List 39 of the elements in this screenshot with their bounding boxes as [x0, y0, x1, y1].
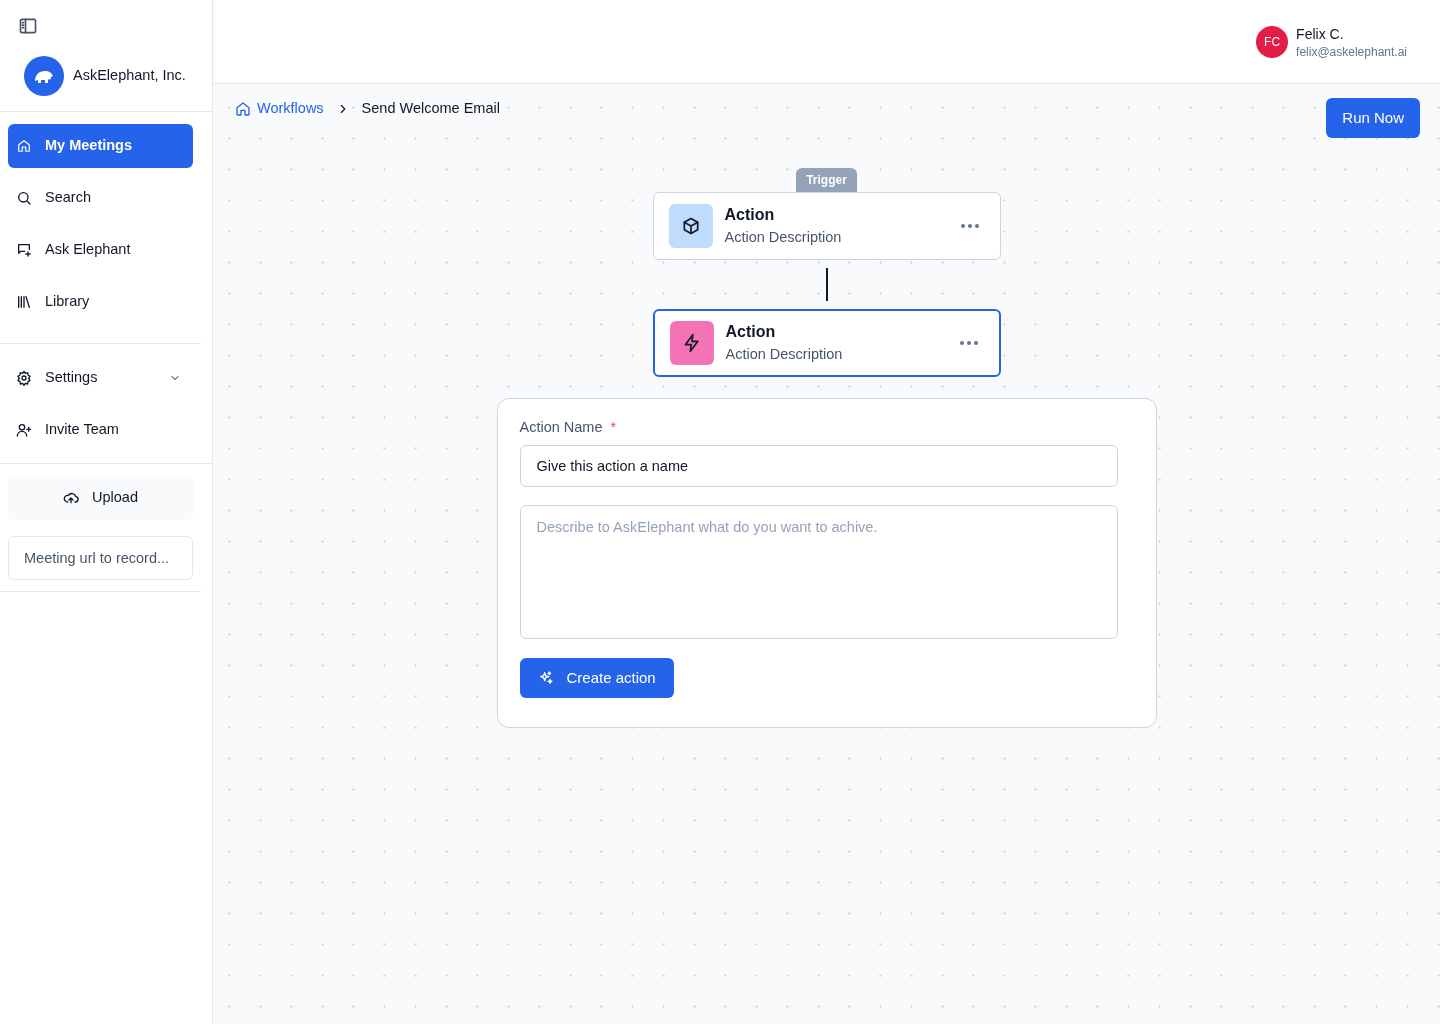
node-description: Action Description — [724, 228, 843, 247]
node-description: Action Description — [725, 345, 844, 364]
sparkles-icon — [537, 669, 554, 686]
workflow-node[interactable]: Action Action Description — [652, 192, 1001, 260]
breadcrumb-link[interactable]: Workflows — [235, 97, 324, 120]
breadcrumb-current: Send Welcome Email — [361, 98, 500, 118]
sidebar-toggle-icon — [18, 16, 38, 36]
nav-item[interactable]: Invite Team — [8, 408, 193, 452]
required-asterisk: * — [610, 418, 616, 438]
node-title: Action — [724, 205, 776, 225]
user-avatar: FC — [1256, 25, 1289, 58]
home-icon — [17, 139, 31, 153]
nav-item[interactable]: Library — [8, 280, 193, 324]
action-name-field[interactable]: Give this action a name — [519, 444, 1118, 487]
description-field[interactable]: Describe to AskElephant what do you want to achive. — [519, 504, 1118, 639]
nav-item[interactable]: My Meetings — [8, 124, 193, 168]
field-label: Action Name — [519, 418, 603, 437]
user-email: felix@askelephant.ai — [1296, 43, 1407, 60]
cloud-upload-icon — [63, 490, 79, 506]
search-icon — [16, 190, 32, 206]
books-icon — [16, 294, 32, 310]
home-icon — [235, 100, 251, 117]
upload-button[interactable]: Upload — [8, 476, 193, 520]
create-action-button[interactable]: Create action — [519, 657, 674, 698]
nav-item[interactable]: Ask Elephant — [8, 228, 193, 272]
cube-icon — [680, 216, 701, 236]
run-now-button[interactable]: Run Now — [1326, 98, 1420, 138]
user-name: Felix C. — [1296, 24, 1345, 44]
settings-icon — [16, 370, 32, 386]
workflow-node[interactable]: Action Action Description — [652, 309, 1001, 377]
chat-plus-icon — [16, 242, 32, 258]
connector-line — [825, 268, 828, 301]
node-title: Action — [725, 322, 777, 342]
nav-item[interactable]: Search — [8, 176, 193, 220]
settings-dropdown[interactable]: Settings — [8, 356, 193, 400]
organization-name: AskElephant, Inc. — [73, 66, 186, 86]
meeting-url-field[interactable]: Meeting url to record... — [8, 536, 193, 580]
user-plus-icon — [16, 422, 32, 438]
trigger-badge: Trigger — [796, 168, 857, 192]
